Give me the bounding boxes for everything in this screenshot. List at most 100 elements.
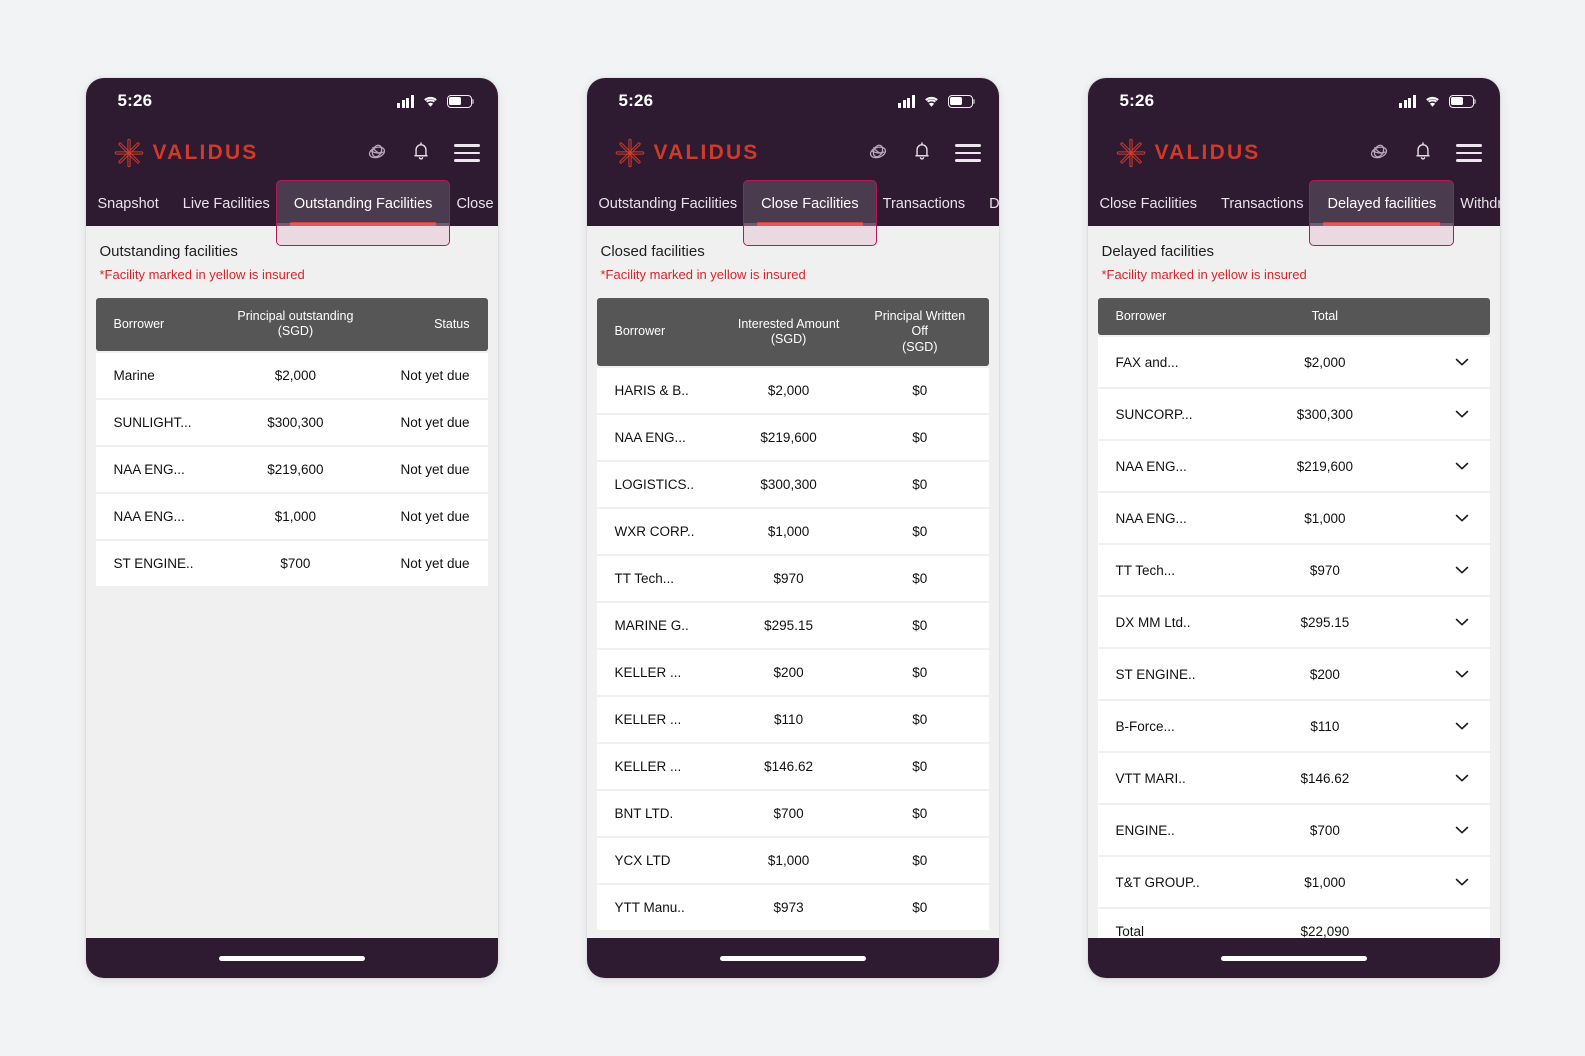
cell-borrower: NAA ENG...	[596, 414, 715, 460]
row-expand-toggle[interactable]	[1403, 493, 1490, 544]
cell-value-1: $700	[1246, 805, 1404, 856]
table-total-row: Total $22,090	[1097, 909, 1490, 938]
table-row[interactable]: Marine $2,000 Not yet due	[95, 352, 488, 398]
table-row[interactable]: TT Tech... $970	[1097, 545, 1490, 596]
row-expand-toggle[interactable]	[1403, 441, 1490, 492]
cell-value-1: $110	[1246, 701, 1404, 752]
notification-bell-icon[interactable]	[410, 140, 432, 167]
globe-language-icon[interactable]	[1368, 140, 1390, 167]
tab-bar-wrapper: Snapshot Live Facilities Outstanding Facil…	[85, 180, 498, 246]
row-expand-toggle[interactable]	[1403, 805, 1490, 856]
cell-value-2: $0	[863, 508, 989, 554]
tab-transactions[interactable]: Transactions	[871, 182, 977, 226]
tab-outstanding-facilities[interactable]: Outstanding Facilities	[282, 182, 445, 226]
cell-borrower: T&T GROUP..	[1097, 857, 1247, 908]
table-row[interactable]: NAA ENG... $219,600	[1097, 441, 1490, 492]
tab-snapshot[interactable]: Snapshot	[86, 182, 171, 226]
table-row[interactable]: FAX and... $2,000	[1097, 337, 1490, 388]
tab-close-facilities[interactable]: Close Facilities	[1088, 182, 1210, 226]
home-indicator[interactable]	[1220, 955, 1367, 961]
tab-outstanding-facilities[interactable]: Outstanding Facilities	[587, 182, 750, 226]
notification-bell-icon[interactable]	[1412, 140, 1434, 167]
table-row[interactable]: VTT MARI.. $146.62	[1097, 753, 1490, 804]
table-row[interactable]: KELLER ... $146.62 $0	[596, 743, 989, 789]
cell-value-1: $300,300	[714, 461, 864, 507]
row-expand-toggle[interactable]	[1403, 389, 1490, 440]
row-expand-toggle[interactable]	[1403, 857, 1490, 908]
table-row[interactable]: KELLER ... $110 $0	[596, 696, 989, 742]
facilities-table: Borrower Total FAX and... $2,000 SUNCORP... $…	[1097, 296, 1490, 938]
home-indicator[interactable]	[218, 955, 365, 961]
table-row[interactable]: LOGISTICS.. $300,300 $0	[596, 461, 989, 507]
table-row[interactable]: NAA ENG... $219,600 Not yet due	[95, 446, 488, 492]
tab-delayed-facilities[interactable]: Delayed facilities	[1315, 182, 1448, 226]
row-expand-toggle[interactable]	[1403, 597, 1490, 648]
cell-value-2: Not yet due	[369, 540, 488, 586]
screenshot-canvas: 5:26 VALIDUS Snapshot Live Facilities Outs…	[0, 0, 1585, 1056]
cell-value-2: $0	[863, 837, 989, 883]
row-expand-toggle[interactable]	[1403, 649, 1490, 700]
table-row[interactable]: SUNCORP... $300,300	[1097, 389, 1490, 440]
row-expand-toggle[interactable]	[1403, 545, 1490, 596]
table-row[interactable]: T&T GROUP.. $1,000	[1097, 857, 1490, 908]
notification-bell-icon[interactable]	[911, 140, 933, 167]
tab-live-facilities[interactable]: Live Facilities	[171, 182, 282, 226]
app-bar: VALIDUS	[586, 124, 999, 182]
cell-value-1: $1,000	[714, 508, 864, 554]
table-row[interactable]: SUNLIGHT... $300,300 Not yet due	[95, 399, 488, 445]
cell-borrower: YTT Manu..	[596, 884, 715, 930]
table-row[interactable]: WXR CORP.. $1,000 $0	[596, 508, 989, 554]
cell-borrower: VTT MARI..	[1097, 753, 1247, 804]
table-row[interactable]: TT Tech... $970 $0	[596, 555, 989, 601]
table-row[interactable]: BNT LTD. $700 $0	[596, 790, 989, 836]
cell-value-1: $146.62	[714, 743, 864, 789]
row-expand-toggle[interactable]	[1403, 337, 1490, 388]
cell-borrower: DX MM Ltd..	[1097, 597, 1247, 648]
table-row[interactable]: DX MM Ltd.. $295.15	[1097, 597, 1490, 648]
tab-withdraw[interactable]: Withdraw	[1448, 182, 1499, 226]
tab-bar: Snapshot Live Facilities Outstanding Facil…	[85, 182, 498, 226]
cell-value-1: $1,000	[1246, 857, 1404, 908]
row-expand-toggle[interactable]	[1403, 701, 1490, 752]
app-bar: VALIDUS	[85, 124, 498, 182]
table-row[interactable]: NAA ENG... $219,600 $0	[596, 414, 989, 460]
table-row[interactable]: ST ENGINE.. $200	[1097, 649, 1490, 700]
column-header-borrower: Borrower	[1097, 298, 1247, 336]
table-row[interactable]: KELLER ... $200 $0	[596, 649, 989, 695]
cell-value-1: $300,300	[1246, 389, 1404, 440]
cell-value-1: $1,000	[714, 837, 864, 883]
table-row[interactable]: YTT Manu.. $973 $0	[596, 884, 989, 930]
table-row[interactable]: NAA ENG... $1,000 Not yet due	[95, 493, 488, 539]
table-row[interactable]: NAA ENG... $1,000	[1097, 493, 1490, 544]
table-row[interactable]: MARINE G.. $295.15 $0	[596, 602, 989, 648]
table-row[interactable]: B-Force... $110	[1097, 701, 1490, 752]
table-header-row: Borrower Interested Amount (SGD) Principal …	[596, 298, 989, 366]
hamburger-menu-icon[interactable]	[453, 144, 480, 162]
tab-close-facili[interactable]: Close Facili	[444, 182, 497, 226]
cell-value-2: $0	[863, 555, 989, 601]
status-bar: 5:26	[85, 78, 498, 124]
hamburger-menu-icon[interactable]	[954, 144, 981, 162]
tab-delaye[interactable]: Delaye	[977, 182, 998, 226]
validus-asterisk-icon	[1116, 138, 1146, 168]
table-row[interactable]: ENGINE.. $700	[1097, 805, 1490, 856]
table-row[interactable]: ST ENGINE.. $700 Not yet due	[95, 540, 488, 586]
globe-language-icon[interactable]	[867, 140, 889, 167]
cell-value-1: $200	[1246, 649, 1404, 700]
hamburger-menu-icon[interactable]	[1455, 144, 1482, 162]
home-indicator[interactable]	[719, 955, 866, 961]
table-row[interactable]: YCX LTD $1,000 $0	[596, 837, 989, 883]
tab-transactions[interactable]: Transactions	[1209, 182, 1315, 226]
tab-close-facilities[interactable]: Close Facilities	[749, 182, 871, 226]
cell-value-1: $110	[714, 696, 864, 742]
app-bar: VALIDUS	[1087, 124, 1500, 182]
globe-language-icon[interactable]	[366, 140, 388, 167]
status-bar: 5:26	[1087, 78, 1500, 124]
status-bar-time: 5:26	[618, 91, 654, 110]
content-area: Closed facilities *Facility marked in yel…	[586, 226, 999, 938]
column-header-borrower: Borrower	[95, 298, 221, 351]
column-header-principal-outstanding: Principal outstanding (SGD)	[220, 298, 370, 351]
row-expand-toggle[interactable]	[1403, 753, 1490, 804]
table-row[interactable]: HARIS & B.. $2,000 $0	[596, 367, 989, 413]
column-header-actions	[1403, 298, 1490, 336]
